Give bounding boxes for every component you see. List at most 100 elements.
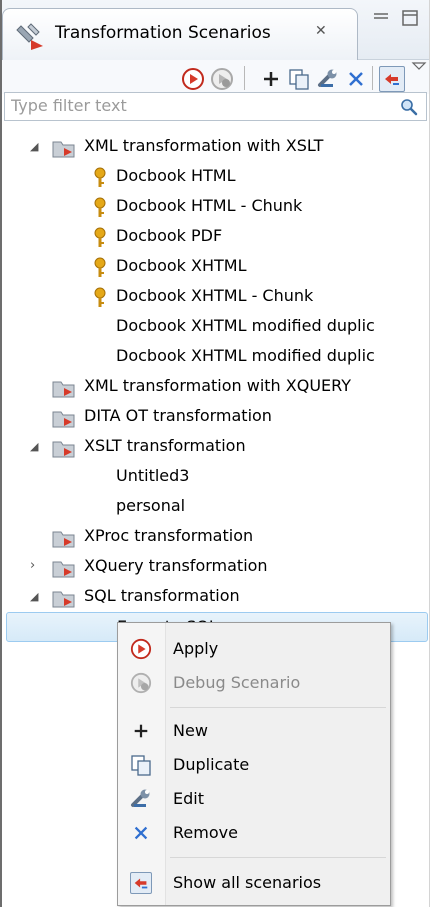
menu-item-edit[interactable]: Edit <box>118 783 390 815</box>
menu-item-label: Show all scenarios <box>173 873 322 892</box>
scenario-folder-icon <box>52 381 75 398</box>
tree-item[interactable]: Docbook HTML <box>2 162 429 192</box>
expanded-arrow-icon[interactable]: ◢ <box>30 140 42 153</box>
key-icon <box>94 167 106 187</box>
collapsed-arrow-icon[interactable]: › <box>30 558 42 573</box>
tree-group-label: XProc transformation <box>84 526 254 545</box>
menu-item-new[interactable]: New <box>118 715 390 747</box>
tree-item[interactable]: Untitled3 <box>2 462 429 492</box>
filter-input[interactable] <box>11 96 391 115</box>
new-button[interactable] <box>258 66 284 92</box>
toolbar-separator <box>244 66 245 90</box>
menu-item-label: Duplicate <box>173 755 250 774</box>
duplicate-icon <box>130 754 152 776</box>
filter-box <box>4 92 427 121</box>
close-icon[interactable]: ✕ <box>315 23 327 39</box>
menu-item-duplicate[interactable]: Duplicate <box>118 749 390 781</box>
view-title: Transformation Scenarios <box>55 23 271 43</box>
menu-item-show-all-scenarios[interactable]: Show all scenarios <box>118 867 390 899</box>
tree-item[interactable]: Docbook XHTML <box>2 252 429 282</box>
menu-item-debug-scenario[interactable]: Debug Scenario <box>118 667 390 699</box>
view-title-bar: Transformation Scenarios ✕ <box>2 0 429 60</box>
wrench-icon <box>318 69 337 87</box>
key-icon <box>94 197 106 217</box>
apply-button[interactable] <box>180 66 206 92</box>
show-all-icon <box>385 74 399 85</box>
tree-group-label: DITA OT transformation <box>84 406 272 425</box>
remove-icon <box>349 72 363 86</box>
scenario-folder-icon <box>52 531 75 548</box>
scenario-folder-icon <box>52 411 75 428</box>
tree-group[interactable]: XML transformation with XQUERY <box>2 372 429 402</box>
scenario-folder-icon <box>52 141 75 158</box>
plus-icon <box>130 720 152 742</box>
minimize-icon[interactable] <box>371 10 391 26</box>
duplicate-button[interactable] <box>286 66 312 92</box>
tree-item-label: Docbook XHTML - Chunk <box>116 286 314 305</box>
tree-item-label: Docbook XHTML modified duplic <box>116 316 375 335</box>
scenario-folder-icon <box>52 561 75 578</box>
plus-icon <box>264 72 278 86</box>
menu-item-label: Remove <box>173 823 238 842</box>
maximize-icon[interactable] <box>400 8 420 28</box>
tree-item-label: Docbook PDF <box>116 226 223 245</box>
tree-group-label: XML transformation with XQUERY <box>84 376 352 395</box>
key-icon <box>94 257 106 277</box>
expanded-arrow-icon[interactable]: ◢ <box>30 590 42 603</box>
key-icon <box>94 287 106 307</box>
tree-item-label: personal <box>116 496 186 515</box>
toolbar-separator <box>372 66 373 90</box>
menu-separator <box>170 707 386 708</box>
tree-item-label: Untitled3 <box>116 466 190 485</box>
duplicate-icon <box>289 69 309 90</box>
menu-item-remove[interactable]: Remove <box>118 817 390 849</box>
remove-button[interactable] <box>343 66 369 92</box>
tree-group-label: XML transformation with XSLT <box>84 136 324 155</box>
tree-item-label: Docbook HTML <box>116 166 236 185</box>
tree-item-label: Docbook XHTML <box>116 256 247 275</box>
menu-item-label: Debug Scenario <box>173 673 301 692</box>
debug-icon <box>211 68 233 90</box>
tree-group[interactable]: DITA OT transformation <box>2 402 429 432</box>
tree-item[interactable]: Docbook XHTML modified duplic <box>2 312 429 342</box>
tree-group-label: SQL transformation <box>84 586 240 605</box>
debug-icon <box>130 672 152 694</box>
tree-group[interactable]: ◢ XSLT transformation <box>2 432 429 462</box>
show-all-toggle[interactable] <box>379 66 405 92</box>
menu-item-label: Apply <box>173 639 219 658</box>
tree-item[interactable]: Docbook PDF <box>2 222 429 252</box>
wrench-icon <box>130 788 152 810</box>
expanded-arrow-icon[interactable]: ◢ <box>30 440 42 453</box>
tree-group-label: XSLT transformation <box>84 436 246 455</box>
tree-item[interactable]: Docbook HTML - Chunk <box>2 192 429 222</box>
tree-group[interactable]: ◢ XML transformation with XSLT <box>2 132 429 162</box>
menu-item-label: New <box>173 721 208 740</box>
tree-group-label: XQuery transformation <box>84 556 268 575</box>
key-icon <box>94 227 106 247</box>
scenario-folder-icon <box>52 591 75 608</box>
search-icon[interactable] <box>400 98 418 116</box>
tree-item[interactable]: Docbook XHTML modified duplic <box>2 342 429 372</box>
tree-group[interactable]: XProc transformation <box>2 522 429 552</box>
view-menu-icon[interactable] <box>411 60 427 72</box>
apply-icon <box>182 68 204 90</box>
show-all-icon <box>130 872 152 894</box>
tree-group[interactable]: ◢ SQL transformation <box>2 582 429 612</box>
transformation-scenarios-icon <box>16 23 43 50</box>
view-tab[interactable]: Transformation Scenarios ✕ <box>2 8 358 60</box>
edit-button[interactable] <box>315 66 341 92</box>
menu-item-label: Edit <box>173 789 204 808</box>
context-menu: Apply Debug Scenario New Duplicate Edit … <box>117 622 391 906</box>
menu-item-apply[interactable]: Apply <box>118 633 390 665</box>
apply-icon <box>130 638 152 660</box>
remove-icon <box>130 822 152 844</box>
debug-button[interactable] <box>209 66 235 92</box>
scenario-folder-icon <box>52 441 75 458</box>
tree-item-label: Docbook HTML - Chunk <box>116 196 303 215</box>
tree-item-label: Docbook XHTML modified duplic <box>116 346 375 365</box>
view-toolbar <box>2 60 429 94</box>
tree-item[interactable]: personal <box>2 492 429 522</box>
tree-group[interactable]: › XQuery transformation <box>2 552 429 582</box>
tree-item[interactable]: Docbook XHTML - Chunk <box>2 282 429 312</box>
menu-separator <box>170 857 386 858</box>
